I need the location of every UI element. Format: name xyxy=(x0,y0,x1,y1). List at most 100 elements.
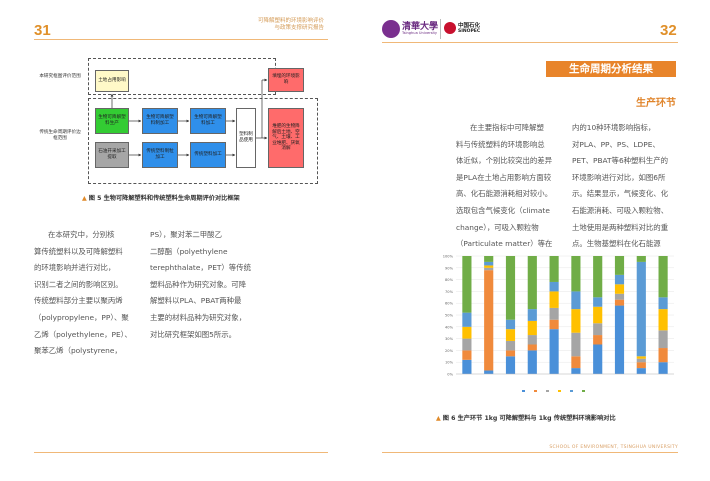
text-line: 聚苯乙烯（polystyrene， xyxy=(34,346,122,356)
chart-bar-segment xyxy=(484,261,494,266)
page-number-left: 31 xyxy=(34,22,51,39)
y-tick-label: 0% xyxy=(447,373,453,377)
chart-bar-segment xyxy=(614,293,625,300)
chart-bar-segment xyxy=(505,256,516,320)
chart-bar-segment xyxy=(484,265,494,268)
header-rule-left xyxy=(34,39,328,40)
legend-swatch xyxy=(522,390,525,392)
text-line: 乙烯（polyethylene，PE）、 xyxy=(34,329,132,339)
section-title: 生命周期分析结果 xyxy=(546,61,676,77)
chart-bar-segment xyxy=(549,319,559,330)
chart-bar-segment xyxy=(614,284,625,294)
y-tick-label: 50% xyxy=(445,314,454,318)
sinopec-logo-subtitle: SINOPEC xyxy=(458,29,481,34)
chart-bar-segment xyxy=(527,256,537,310)
legend-swatch xyxy=(582,390,585,392)
chart-bar-segment xyxy=(636,261,646,357)
running-header-line2: 与政策支撑研究报告 xyxy=(274,25,324,31)
left-text-col2: PS），聚对苯二甲酸乙 二醇酯（polyethylene terephthala… xyxy=(150,227,262,343)
text-line: 解塑料以PLA、PBAT两种最 xyxy=(150,296,242,306)
y-tick-label: 40% xyxy=(445,325,454,329)
text-line: 在主要指标中可降解塑 xyxy=(470,123,544,132)
chart-bar-segment xyxy=(658,256,668,298)
chart-bar-segment xyxy=(549,329,559,374)
text-line: 对PLA、PP、PS、LDPE、 xyxy=(572,139,660,149)
text-line: 传统塑料部分主要以聚丙烯 xyxy=(34,296,123,306)
y-tick-label: 10% xyxy=(445,361,454,365)
text-line: change），可吸入颗粒物 xyxy=(456,222,539,232)
chart-bar-segment xyxy=(484,256,494,262)
page-number-right: 32 xyxy=(660,22,677,39)
chart-bar-segment xyxy=(593,306,603,324)
chart-bar-segment xyxy=(549,281,559,292)
figure5-caption: ▲ 图 5 生物可降解塑料和传统塑料生命周期评价对比框架 xyxy=(82,193,322,202)
sinopec-logo-text: 中国石化 xyxy=(458,23,481,29)
text-line: 环境影响进行对比，如图6所 xyxy=(572,172,666,182)
text-line: 的环境影响并进行对比， xyxy=(34,263,116,273)
text-line: 料与传统塑料的环境影响总 xyxy=(456,139,545,149)
chart-bar-segment xyxy=(462,312,472,327)
y-tick-label: 30% xyxy=(445,337,454,341)
figure6-stacked-bar-chart: 0% 10% 20% 30% 40% 50% 60% 70% 80% 90% 100% xyxy=(443,255,674,392)
text-line: 算传统塑料以及可降解塑料 xyxy=(34,246,123,256)
chart-bar-segment xyxy=(549,307,559,320)
chart-bar-segment xyxy=(527,344,537,351)
chart-bar-segment xyxy=(614,305,625,374)
chart-bar-segment xyxy=(636,356,646,359)
y-tick-label: 70% xyxy=(445,290,454,294)
chart-bar-segment xyxy=(593,335,603,345)
y-tick-label: 90% xyxy=(445,266,454,270)
chart-bar-segment xyxy=(636,256,646,262)
chart-bar-segment xyxy=(614,299,625,306)
text-line: 土地使用是两种塑料对比的重 xyxy=(572,222,669,232)
logo-divider xyxy=(440,19,441,39)
chart-bar-segment xyxy=(571,332,581,357)
chart-bar-segment xyxy=(484,370,494,374)
chart-bar-segment xyxy=(658,362,668,374)
chart-bar-segment xyxy=(462,326,472,339)
logo-group: 清華大學 Tsinghua University 中国石化 SINOPEC xyxy=(382,19,482,41)
caption-triangle-icon: ▲ xyxy=(436,415,441,422)
right-text-col1: 在主要指标中可降解塑 料与传统塑料的环境影响总 体近似，个别比较突出的差异 是P… xyxy=(456,120,564,253)
chart-bar-segment xyxy=(527,309,537,321)
text-line: 内的10种环境影响指标， xyxy=(572,123,656,132)
chart-bar-segment xyxy=(658,297,668,310)
chart-bar-segment xyxy=(636,358,646,363)
legend-swatch xyxy=(546,390,549,392)
legend-swatch xyxy=(558,390,561,392)
chart-bar-segment xyxy=(549,256,559,282)
chart-bar-segment xyxy=(571,368,581,374)
chart-bar-segment xyxy=(484,267,494,271)
text-line: 体近似，个别比较突出的差异 xyxy=(456,156,553,166)
tsinghua-seal-icon xyxy=(382,20,400,38)
chart-bar-segment xyxy=(484,270,494,371)
chart-bar-segment xyxy=(505,350,516,357)
chart-bar-segment xyxy=(571,291,581,310)
chart-bar-segment xyxy=(593,297,603,307)
chart-bar-segment xyxy=(571,356,581,369)
chart-bar-segment xyxy=(614,256,625,275)
chart-bar-segment xyxy=(593,256,603,298)
text-line: 塑料品种作为研究对象。可降 xyxy=(150,279,247,289)
chart-bar-segment xyxy=(527,335,537,345)
text-line: 示。结果显示，气候变化、化 xyxy=(572,189,669,199)
right-text-col2: 内的10种环境影响指标， 对PLA、PP、PS、LDPE、 PET、PBAT等6… xyxy=(572,120,678,253)
chart-bar-segment xyxy=(527,350,537,374)
header-rule-right xyxy=(382,42,678,43)
chart-bar-segment xyxy=(614,274,625,285)
chart-bar-segment xyxy=(462,350,472,360)
chart-bar-segment xyxy=(462,256,472,313)
footer-school: SCHOOL OF ENVIRONMENT, TSINGHUA UNIVERSI… xyxy=(549,445,678,450)
text-line: 选取包含气候变化（climate xyxy=(456,205,550,215)
chart-bar-segment xyxy=(549,291,559,308)
chart-bar-segment xyxy=(571,309,581,333)
text-line: PS），聚对苯二甲酸乙 xyxy=(150,230,222,239)
figure5-caption-text: 图 5 生物可降解塑料和传统塑料生命周期评价对比框架 xyxy=(88,195,240,202)
chart-bar-segment xyxy=(505,319,516,330)
chart-bar-segment xyxy=(571,256,581,292)
subsection-title: 生产环节 xyxy=(636,98,676,109)
text-line: terephthalate，PET）等传统 xyxy=(150,263,251,273)
chart-bar-segment xyxy=(505,329,516,341)
text-line: 在本研究中，分别核 xyxy=(48,230,115,239)
legend-swatch xyxy=(570,390,573,392)
